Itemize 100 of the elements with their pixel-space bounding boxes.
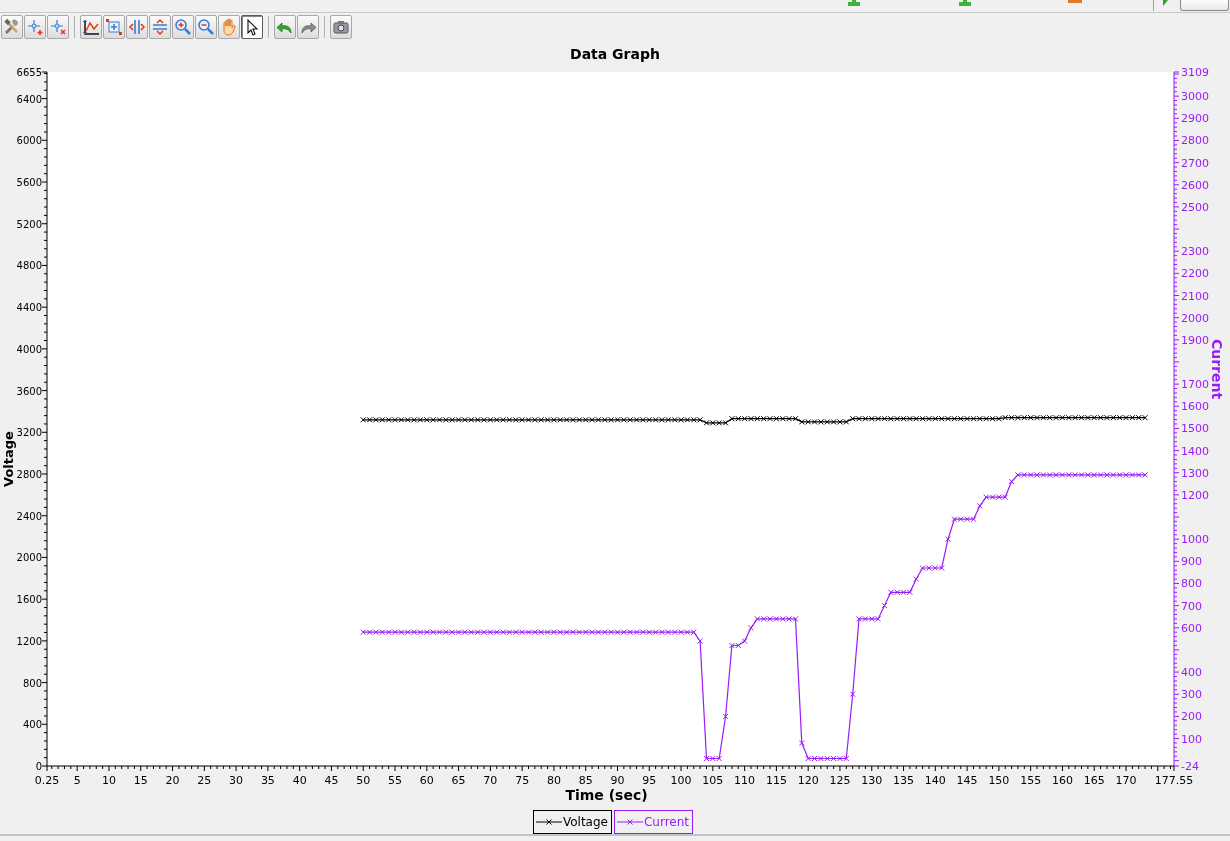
axis-tick-label: 1700 [1181,378,1209,392]
axis-tick-label: 900 [1181,555,1202,569]
crosshair-plus-icon [26,18,44,36]
axis-title: Voltage [1,431,16,487]
axis-tick-label: 6655 [16,67,42,78]
axis-tick-label: 300 [1181,688,1202,702]
vertical-arrows-tool-button[interactable] [149,15,171,39]
crosshair-plus-tool-button[interactable] [24,15,46,39]
axis-tick-label: 160 [1051,774,1073,787]
chart-title: Data Graph [570,46,660,62]
axis-tick-label: 30 [229,774,244,787]
axis-tick-label: 1300 [1181,466,1209,480]
axis-tick-label: 100 [1181,732,1202,746]
axis-tick-label: 4400 [16,302,42,314]
plus-icon [848,0,860,6]
axis-tick-label: 1600 [1181,400,1209,414]
pointer-tool-button[interactable] [241,15,263,39]
redo-tool-button[interactable] [297,15,319,39]
axis-tick-label: 3600 [16,385,42,397]
camera-tool-button[interactable] [330,15,352,39]
horizontal-arrows-tool-button[interactable] [126,15,148,39]
axis-tick-label: 20 [165,774,180,787]
axis-tick-label: 2400 [16,510,42,522]
axis-tick-label: 2300 [1181,245,1209,259]
chart-tool-button[interactable] [80,15,102,39]
zoom-box-icon [105,18,123,36]
axis-tick-label: 1200 [1181,488,1209,502]
axis-tick-label: 165 [1083,774,1105,787]
axis-tick-label: 2800 [16,469,42,480]
axis-tick-label: 155 [1020,774,1042,787]
axis-tick-label: 55 [388,774,402,787]
axis-tick-label: 40 [292,774,307,787]
axis-tick-label: 5600 [16,177,42,188]
axis-tick-label: 1600 [16,594,42,606]
axis-tick-label: 135 [893,774,915,787]
axis-tick-label: 2000 [1181,311,1209,325]
axis-tick-label: 120 [797,774,819,787]
axis-title: Time (sec) [565,787,648,803]
axis-tick-label: 2900 [1181,112,1209,126]
axis-tick-label: 4000 [16,343,42,355]
axis-tick-label: 1400 [1181,444,1209,458]
axis-tick-label: 45 [324,774,339,787]
axis-tick-label: 1000 [1181,533,1209,547]
axis-tick-label: 15 [133,774,148,787]
zoom-out-icon [197,18,215,36]
crosshair-cross-tool-button[interactable] [47,15,69,39]
plus-icon [959,0,971,6]
axis-tick-label: 600 [1181,621,1202,635]
legend-item[interactable]: Voltage [532,810,612,834]
axis-tick-label: 140 [924,774,946,787]
axis-tick-label: 1200 [16,635,42,647]
axis-tick-label: 3000 [1181,90,1209,104]
tools-icon [3,18,21,36]
axis-tick-label: 400 [1181,666,1202,680]
tools-tool-button[interactable] [1,15,23,39]
axis-tick-label: -24 [1181,760,1199,773]
minus-icon [1068,0,1082,3]
hand-icon [220,18,238,36]
axis-tick-label: 6400 [16,93,42,105]
axis-tick-label: 130 [861,774,883,787]
zoom-in-icon [174,18,192,36]
axis-tick-label: 1500 [1181,422,1209,436]
axis-tick-label: 125 [829,774,851,787]
axis-tick-label: 110 [734,774,756,787]
axis-tick-label: 85 [578,774,593,787]
axis-tick-label: 10 [102,774,116,787]
axis-tick-label: 0 [35,761,42,772]
axis-tick-label: 5200 [16,218,42,230]
zoom-out-tool-button[interactable] [195,15,217,39]
axis-tick-label: 25 [197,774,212,787]
axis-tick-label: 150 [988,774,1010,787]
axis-tick-label: 50 [356,774,371,787]
axis-tick-label: 105 [702,774,724,787]
play-icon[interactable] [1163,0,1168,6]
axis-tick-label: 70 [483,774,498,787]
axis-tick-label: 0.25 [34,774,60,787]
axis-tick-label: 6000 [16,135,42,147]
zoom-in-tool-button[interactable] [172,15,194,39]
axis-tick-label: 2100 [1181,289,1209,303]
undo-tool-button[interactable] [274,15,296,39]
axis-tick-label: 170 [1115,774,1137,787]
axis-tick-label: 75 [515,774,530,787]
axis-tick-label: 95 [642,774,657,787]
camera-icon [332,18,350,36]
axis-tick-label: 80 [546,774,561,787]
axis-tick-label: 4800 [16,260,42,272]
axis-tick-label: 35 [260,774,275,787]
axis-tick-label: 60 [419,774,434,787]
axis-tick-label: 800 [1181,577,1202,591]
legend-item[interactable]: Current [613,810,694,834]
crosshair-cross-icon [49,18,67,36]
axis-tick-label: 2500 [1181,200,1209,214]
axis-tick-label: 3200 [16,427,42,439]
horizontal-arrows-icon [128,18,146,36]
dropdown-field[interactable] [1180,0,1229,11]
axis-tick-label: 400 [22,719,42,731]
axis-tick-label: 2000 [16,552,42,564]
axis-tick-label: 700 [1181,599,1202,613]
zoom-box-tool-button[interactable] [103,15,125,39]
axis-tick-label: 800 [22,677,42,689]
